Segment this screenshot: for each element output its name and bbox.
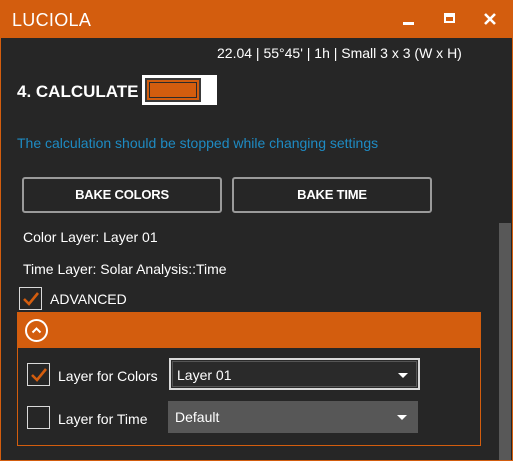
scrollbar-thumb[interactable] — [499, 223, 511, 460]
calculate-label: 4. CALCULATE — [17, 82, 139, 101]
maximize-icon — [444, 13, 455, 23]
chevron-up-icon — [31, 327, 42, 334]
close-button[interactable] — [472, 1, 508, 38]
analysis-summary: 22.04 | 55°45' | 1h | Small 3 x 3 (W x H… — [217, 45, 462, 61]
layer-for-colors-checkbox[interactable] — [27, 363, 50, 386]
advanced-label: ADVANCED — [50, 291, 127, 307]
bake-time-button[interactable]: BAKE TIME — [232, 177, 432, 213]
layer-for-time-label: Layer for Time — [58, 411, 148, 427]
checkmark-icon — [31, 368, 48, 382]
bake-colors-button[interactable]: BAKE COLORS — [22, 177, 222, 213]
vertical-scrollbar[interactable] — [498, 38, 512, 460]
layer-for-colors-value: Layer 01 — [177, 367, 232, 383]
layer-for-colors-label: Layer for Colors — [58, 368, 158, 384]
window-title: LUCIOLA — [12, 10, 92, 30]
advanced-checkbox[interactable] — [19, 287, 42, 310]
checkmark-icon — [23, 292, 40, 306]
close-icon — [484, 13, 496, 25]
minimize-button[interactable] — [391, 1, 427, 38]
layer-for-time-value: Default — [175, 409, 220, 425]
maximize-button[interactable] — [432, 1, 468, 38]
luciola-window: LUCIOLA 22.04 | 55°45' | 1h | Small 3 x … — [0, 0, 513, 461]
title-bar[interactable]: LUCIOLA — [1, 1, 512, 38]
dropdown-arrow-icon — [398, 373, 408, 378]
calculate-toggle[interactable] — [142, 75, 217, 105]
collapse-button[interactable] — [25, 319, 48, 342]
layer-for-colors-dropdown[interactable]: Layer 01 — [169, 358, 420, 390]
layer-for-time-checkbox[interactable] — [27, 406, 50, 429]
time-layer-info: Time Layer: Solar Analysis::Time — [23, 261, 227, 277]
calculate-toggle-track — [145, 78, 201, 102]
layer-for-time-dropdown[interactable]: Default — [168, 401, 418, 433]
calculate-toggle-fill — [149, 82, 197, 98]
advanced-panel-header[interactable] — [18, 313, 480, 348]
minimize-icon — [403, 22, 414, 25]
advanced-panel: Layer for Colors Layer 01 Layer for Time… — [17, 312, 481, 446]
warning-message: The calculation should be stopped while … — [17, 135, 379, 151]
dropdown-arrow-icon — [397, 415, 407, 420]
color-layer-info: Color Layer: Layer 01 — [23, 229, 158, 245]
